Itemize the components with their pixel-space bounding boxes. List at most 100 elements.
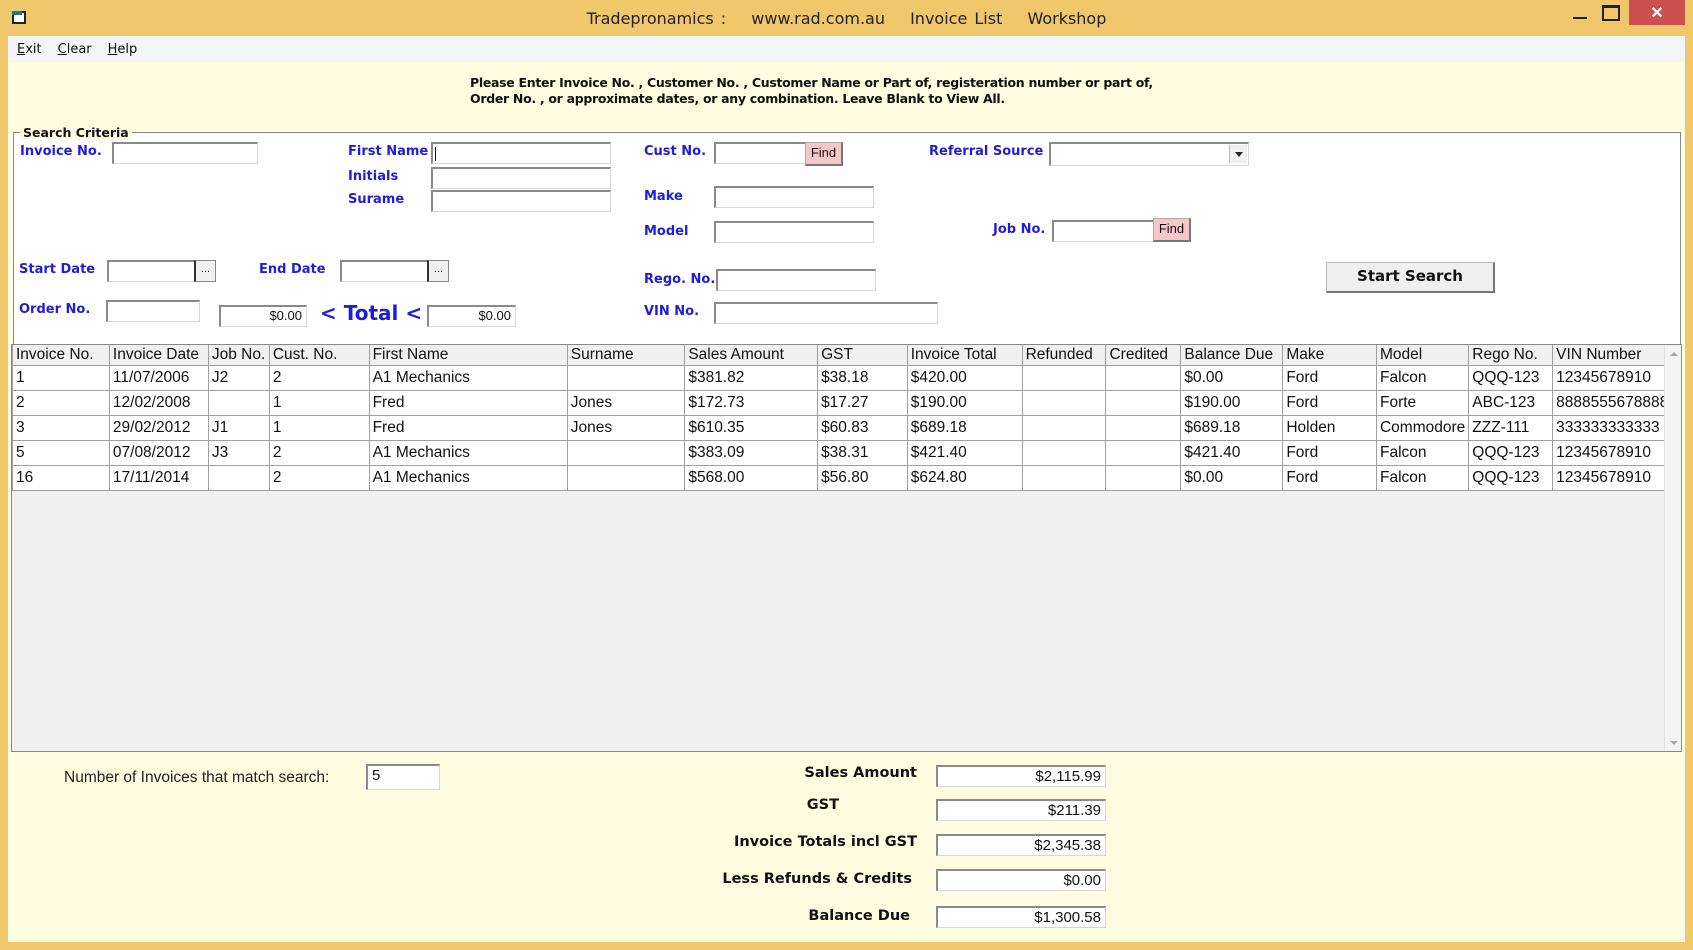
table-cell[interactable]: ABC-123 <box>1468 389 1554 416</box>
table-cell[interactable]: QQQ-123 <box>1468 439 1554 466</box>
table-cell[interactable]: $17.27 <box>817 389 908 416</box>
menu-clear[interactable]: Clear <box>58 42 92 57</box>
column-header[interactable]: Invoice No. <box>12 345 110 366</box>
column-header[interactable]: VIN Number <box>1552 345 1681 366</box>
table-cell[interactable] <box>566 439 686 466</box>
menu-help[interactable]: Help <box>108 42 138 57</box>
table-cell[interactable]: 3 <box>12 414 110 441</box>
table-cell[interactable]: A1 Mechanics <box>368 439 568 466</box>
table-cell[interactable] <box>1105 464 1182 491</box>
table-cell[interactable]: $0.00 <box>1180 464 1284 491</box>
column-header[interactable]: Rego No. <box>1468 345 1554 366</box>
total-min-input[interactable]: $0.00 <box>219 305 307 327</box>
table-cell[interactable]: 11/07/2006 <box>108 364 209 391</box>
table-cell[interactable]: $421.40 <box>1180 439 1284 466</box>
column-header[interactable]: Balance Due <box>1180 345 1284 366</box>
start-date-input[interactable] <box>107 260 195 282</box>
model-input[interactable] <box>714 221 874 243</box>
table-cell[interactable]: Falcon <box>1375 364 1470 391</box>
table-cell[interactable]: QQQ-123 <box>1468 364 1554 391</box>
table-cell[interactable]: J2 <box>207 364 270 391</box>
table-cell[interactable]: $38.31 <box>817 439 908 466</box>
table-row[interactable]: 1 11/07/2006 J2 2 A1 Mechanics $381.82 $38.18 $… <box>12 364 1681 391</box>
menu-exit[interactable]: Exit <box>17 42 42 57</box>
table-cell[interactable]: Ford <box>1282 389 1377 416</box>
column-header[interactable]: Credited <box>1105 345 1182 366</box>
surname-input[interactable] <box>431 190 611 212</box>
table-cell[interactable]: Commodore <box>1375 414 1470 441</box>
column-header[interactable]: Sales Amount <box>684 345 819 366</box>
table-cell[interactable]: Forte <box>1375 389 1470 416</box>
table-cell[interactable] <box>1105 389 1182 416</box>
table-row[interactable]: 5 07/08/2012 J3 2 A1 Mechanics $383.09 $38.31 $… <box>12 439 1681 466</box>
table-cell[interactable]: $38.18 <box>817 364 908 391</box>
table-cell[interactable]: $0.00 <box>1180 364 1284 391</box>
cust-no-input[interactable] <box>714 142 806 164</box>
table-cell[interactable]: 2 <box>268 439 370 466</box>
table-cell[interactable]: $190.00 <box>906 389 1023 416</box>
column-header[interactable]: Make <box>1282 345 1377 366</box>
column-header[interactable]: First Name <box>368 345 568 366</box>
table-row[interactable]: 2 12/02/2008 1 Fred Jones $172.73 $17.27 $190.0… <box>12 389 1681 416</box>
table-cell[interactable]: 12345678910 <box>1552 364 1681 391</box>
table-cell[interactable]: $60.83 <box>817 414 908 441</box>
table-cell[interactable]: Jones <box>566 414 686 441</box>
table-cell[interactable]: 17/11/2014 <box>108 464 209 491</box>
total-max-input[interactable]: $0.00 <box>427 305 516 327</box>
order-no-input[interactable] <box>106 300 200 322</box>
first-name-input[interactable] <box>431 142 611 164</box>
find-customer-button[interactable]: Find <box>805 142 843 166</box>
table-cell[interactable]: Ford <box>1282 464 1377 491</box>
vertical-scrollbar[interactable] <box>1664 345 1681 751</box>
table-cell[interactable]: $383.09 <box>684 439 819 466</box>
table-cell[interactable]: A1 Mechanics <box>368 464 568 491</box>
table-cell[interactable]: Holden <box>1282 414 1377 441</box>
job-no-input[interactable] <box>1052 220 1154 242</box>
scroll-up-icon[interactable] <box>1665 345 1681 362</box>
end-date-input[interactable] <box>340 260 428 282</box>
find-job-button[interactable]: Find <box>1153 218 1191 242</box>
table-cell[interactable]: 1 <box>268 389 370 416</box>
table-cell[interactable] <box>1021 414 1107 441</box>
column-header[interactable]: Surname <box>566 345 686 366</box>
table-cell[interactable]: $421.40 <box>906 439 1023 466</box>
table-cell[interactable]: 07/08/2012 <box>108 439 209 466</box>
table-cell[interactable]: $610.35 <box>684 414 819 441</box>
table-cell[interactable]: 5 <box>12 439 110 466</box>
start-date-picker-button[interactable]: ... <box>194 260 216 282</box>
table-cell[interactable] <box>1105 364 1182 391</box>
table-cell[interactable] <box>1021 439 1107 466</box>
table-cell[interactable]: $172.73 <box>684 389 819 416</box>
table-cell[interactable]: 12/02/2008 <box>108 389 209 416</box>
table-cell[interactable]: J1 <box>207 414 270 441</box>
table-cell[interactable]: ZZZ-111 <box>1468 414 1554 441</box>
minimize-button[interactable] <box>1565 0 1595 26</box>
table-cell[interactable]: 2 <box>268 364 370 391</box>
column-header[interactable]: GST <box>817 345 908 366</box>
column-header[interactable]: Refunded <box>1021 345 1107 366</box>
table-cell[interactable] <box>207 464 270 491</box>
table-cell[interactable]: 2 <box>268 464 370 491</box>
table-cell[interactable] <box>566 364 686 391</box>
table-cell[interactable] <box>566 464 686 491</box>
column-header[interactable]: Invoice Total <box>906 345 1023 366</box>
table-cell[interactable] <box>1021 389 1107 416</box>
table-cell[interactable]: Falcon <box>1375 439 1470 466</box>
make-input[interactable] <box>714 186 874 208</box>
initials-input[interactable] <box>431 167 611 189</box>
end-date-picker-button[interactable]: ... <box>427 260 449 282</box>
table-cell[interactable]: Ford <box>1282 439 1377 466</box>
table-cell[interactable]: $624.80 <box>906 464 1023 491</box>
scroll-down-icon[interactable] <box>1665 734 1681 751</box>
table-cell[interactable]: 12345678910 <box>1552 464 1681 491</box>
table-row[interactable]: 3 29/02/2012 J1 1 Fred Jones $610.35 $60.83 $689… <box>12 414 1681 441</box>
table-cell[interactable]: 333333333333 <box>1552 414 1681 441</box>
table-cell[interactable]: Fred <box>368 389 568 416</box>
table-cell[interactable]: $381.82 <box>684 364 819 391</box>
table-cell[interactable]: Jones <box>566 389 686 416</box>
vin-no-input[interactable] <box>714 302 938 324</box>
table-cell[interactable] <box>1105 439 1182 466</box>
close-button[interactable]: ✕ <box>1629 0 1685 25</box>
table-cell[interactable]: 2 <box>12 389 110 416</box>
table-cell[interactable]: 16 <box>12 464 110 491</box>
